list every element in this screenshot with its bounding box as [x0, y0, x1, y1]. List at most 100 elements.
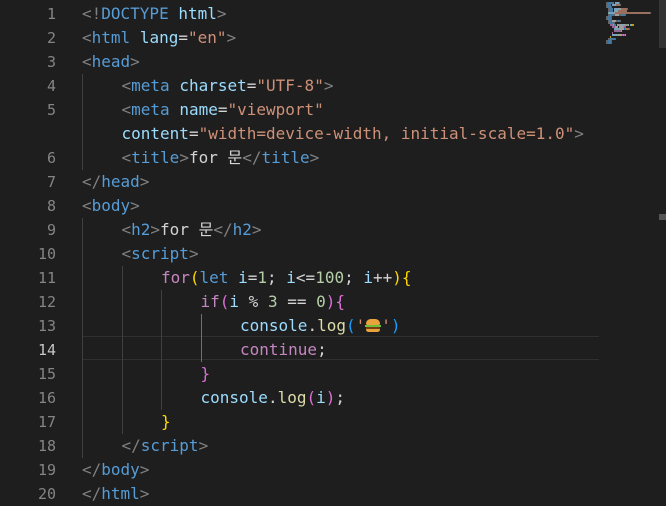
code-token: ;	[344, 268, 364, 287]
code-line[interactable]: <script>	[122, 242, 199, 266]
code-token: html	[101, 484, 140, 503]
scrollbar-thumb[interactable]	[659, 0, 666, 48]
code-token: html	[178, 4, 217, 23]
code-line[interactable]: <!DOCTYPE html>	[82, 2, 227, 26]
code-token: meta	[131, 100, 170, 119]
code-token: >	[139, 172, 150, 191]
code-token: for	[161, 268, 190, 287]
code-token: )	[325, 292, 336, 311]
code-line[interactable]: <meta name="viewport"	[122, 98, 324, 122]
code-token: 3	[267, 292, 278, 311]
code-token: >	[130, 196, 140, 215]
code-token: body	[101, 460, 140, 479]
code-token: =	[188, 124, 199, 143]
code-token: )	[390, 316, 401, 335]
code-token: {	[335, 292, 346, 311]
code-token: %	[239, 292, 268, 311]
code-token: >	[139, 460, 150, 479]
code-token: head	[91, 52, 131, 71]
code-token: h2	[131, 220, 151, 239]
code-token: continue	[240, 340, 318, 359]
code-token: name	[179, 100, 218, 119]
code-token: =	[178, 28, 188, 47]
code-token: head	[101, 172, 140, 191]
code-line[interactable]: <h2>for 문</h2>	[122, 218, 262, 242]
code-line[interactable]: </script>	[122, 434, 209, 458]
scrollbar-cursor-marker	[659, 214, 666, 220]
code-token: <	[121, 76, 132, 95]
code-line[interactable]: <body>	[82, 194, 140, 218]
code-token: "UTF-8"	[256, 76, 324, 95]
code-line[interactable]: <html lang="en">	[82, 26, 236, 50]
code-token: <	[121, 148, 132, 167]
code-token: if	[200, 292, 220, 311]
code-token: >	[188, 244, 199, 263]
code-token: >	[574, 124, 584, 143]
code-line[interactable]: </head>	[82, 170, 149, 194]
code-token: =	[246, 76, 257, 95]
code-line[interactable]: for(let i=1; i<=100; i++){	[161, 266, 412, 290]
minimap-stroke	[627, 8, 629, 10]
code-token: body	[91, 196, 131, 215]
code-line[interactable]: <title>for 문</title>	[122, 146, 320, 170]
code-token: >	[139, 484, 150, 503]
minimap[interactable]	[602, 0, 658, 506]
code-token: )	[392, 268, 402, 287]
code-line[interactable]: }	[201, 362, 211, 386]
code-token: DOCTYPE	[101, 4, 169, 23]
code-token: <	[121, 244, 132, 263]
code-token: meta	[131, 76, 170, 95]
code-line[interactable]: <meta charset="UTF-8">	[122, 74, 334, 98]
code-token: }	[200, 364, 211, 383]
line-number: 2	[46, 29, 56, 47]
code-token: let	[199, 268, 229, 287]
line-number: 7	[46, 173, 56, 191]
code-line[interactable]: <head>	[82, 50, 140, 74]
code-token: (	[345, 316, 356, 335]
code-line[interactable]: continue;	[240, 338, 327, 362]
code-token: <=	[295, 268, 316, 287]
code-text-area[interactable]: <!DOCTYPE html> <html lang="en"> <head> <me…	[82, 0, 602, 506]
minimap-stroke	[628, 28, 630, 30]
code-line[interactable]: console.log(i);	[201, 386, 346, 410]
code-token: </	[242, 148, 262, 167]
minimap-stroke	[625, 34, 626, 36]
code-line[interactable]: content="width=device-width, initial-sca…	[122, 122, 584, 146]
code-line[interactable]: }	[161, 410, 171, 434]
code-token: </	[82, 484, 102, 503]
code-token: i	[238, 268, 248, 287]
code-token: "en"	[187, 28, 227, 47]
minimap-stroke	[633, 24, 635, 26]
line-number: 18	[37, 437, 56, 455]
code-line[interactable]: </body>	[82, 458, 149, 482]
code-token: <	[82, 52, 92, 71]
line-number-gutter: 1 2 3 4 5 6 7 8 9 10 11 12 13 14 15 16 17 18 19 20	[0, 0, 70, 506]
line-number: 19	[37, 461, 56, 479]
code-token: =	[247, 268, 258, 287]
code-token: {	[401, 268, 412, 287]
code-token: ;	[267, 268, 287, 287]
minimap-stroke	[625, 14, 627, 16]
code-token: (	[189, 268, 200, 287]
code-token: i	[286, 268, 296, 287]
code-token: <	[121, 100, 132, 119]
code-token: >	[309, 148, 320, 167]
code-editor[interactable]: 1 2 3 4 5 6 7 8 9 10 11 12 13 14 15 16 17 18 19 20 <!DOCTYP…	[0, 0, 666, 506]
code-token: for 문	[188, 148, 243, 167]
code-token: script	[140, 436, 199, 455]
vertical-scrollbar[interactable]	[658, 0, 666, 506]
minimap-stroke	[615, 38, 617, 40]
code-line[interactable]: if(i % 3 == 0){	[201, 290, 346, 314]
code-token: i	[363, 268, 373, 287]
code-line[interactable]: console.log(' ')	[240, 314, 401, 338]
minimap-stroke	[614, 30, 622, 32]
line-number: 14	[37, 341, 56, 359]
code-token: ;	[317, 340, 327, 359]
line-number: 9	[46, 221, 56, 239]
code-token: html	[91, 28, 131, 47]
code-line[interactable]: </html>	[82, 482, 149, 506]
code-token: .	[267, 388, 278, 407]
minimap-stroke	[621, 30, 623, 32]
